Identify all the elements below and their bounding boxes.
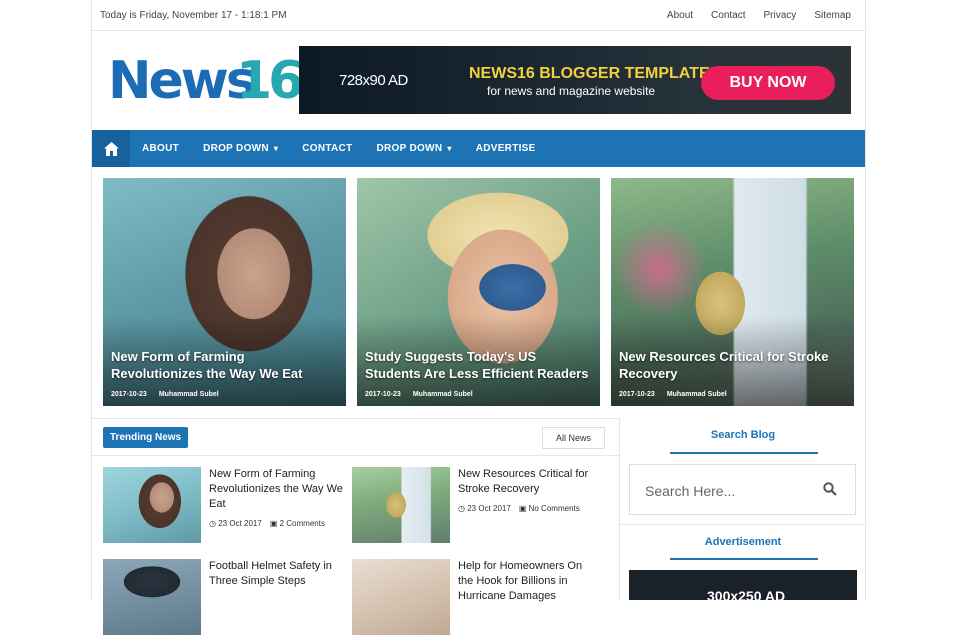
nav-item-about[interactable]: ABOUT xyxy=(130,130,191,167)
featured-meta: 2017-10-23 Muhammad Subel xyxy=(365,391,473,398)
heading-underline xyxy=(670,452,818,454)
divider xyxy=(620,524,866,525)
top-bar: Today is Friday, November 17 - 1:18:1 PM… xyxy=(92,0,865,31)
post-date: ◷ 23 Oct 2017 xyxy=(209,519,262,528)
heading-underline xyxy=(670,558,818,560)
top-link-contact[interactable]: Contact xyxy=(711,10,745,21)
clock-icon: ◷ xyxy=(458,504,465,513)
search-icon[interactable] xyxy=(823,482,837,496)
chevron-down-icon: ▾ xyxy=(447,144,452,153)
post-title[interactable]: Help for Homeowners On the Hook for Bill… xyxy=(458,559,598,604)
featured-date: 2017-10-23 xyxy=(111,391,147,398)
nav-item-dropdown-2[interactable]: DROP DOWN ▾ xyxy=(365,130,464,167)
sidebar-ad-banner[interactable]: 300x250 AD xyxy=(629,570,857,600)
nav-item-advertise[interactable]: ADVERTISE xyxy=(464,130,548,167)
nav-item-contact[interactable]: CONTACT xyxy=(290,130,364,167)
post-meta: ◷ 23 Oct 2017 ▣ No Comments xyxy=(458,504,580,513)
clock-icon: ◷ xyxy=(209,519,216,528)
top-link-privacy[interactable]: Privacy xyxy=(764,10,797,21)
top-link-about[interactable]: About xyxy=(667,10,693,21)
featured-title[interactable]: New Resources Critical for Stroke Recove… xyxy=(619,348,846,382)
buy-now-button[interactable]: BUY NOW xyxy=(701,66,835,100)
search-input[interactable]: Search Here... xyxy=(629,464,856,515)
comment-icon: ▣ xyxy=(518,504,527,513)
post-comments-text: 2 Comments xyxy=(279,519,325,528)
featured-meta: 2017-10-23 Muhammad Subel xyxy=(111,391,219,398)
list-item[interactable]: New Resources Critical for Stroke Recove… xyxy=(352,467,592,545)
featured-author[interactable]: Muhammad Subel xyxy=(159,391,219,398)
ad-size-label: 728x90 AD xyxy=(339,72,408,89)
featured-post[interactable]: New Resources Critical for Stroke Recove… xyxy=(611,178,854,406)
featured-date: 2017-10-23 xyxy=(619,391,655,398)
comment-icon: ▣ xyxy=(269,519,278,528)
nav-label: DROP DOWN xyxy=(203,143,269,154)
logo-word: News xyxy=(108,51,257,111)
list-item[interactable]: New Form of Farming Revolutionizes the W… xyxy=(103,467,343,545)
ad-title: NEWS16 BLOGGER TEMPLATE xyxy=(469,65,710,82)
nav-label: DROP DOWN xyxy=(376,143,443,154)
header-ad-banner[interactable]: 728x90 AD NEWS16 BLOGGER TEMPLATE for ne… xyxy=(299,46,851,114)
post-date-text: 23 Oct 2017 xyxy=(218,519,262,528)
post-comments[interactable]: ▣ 2 Comments xyxy=(270,519,325,528)
post-thumbnail[interactable] xyxy=(352,467,450,543)
featured-title[interactable]: New Form of Farming Revolutionizes the W… xyxy=(111,348,338,382)
nav-item-dropdown-1[interactable]: DROP DOWN ▾ xyxy=(191,130,290,167)
list-item[interactable]: Football Helmet Safety in Three Simple S… xyxy=(103,559,343,637)
chevron-down-icon: ▾ xyxy=(273,144,279,153)
date-text: Today is Friday, November 17 - 1:18:1 PM xyxy=(100,10,287,21)
post-title[interactable]: New Resources Critical for Stroke Recove… xyxy=(458,467,598,497)
post-title[interactable]: Football Helmet Safety in Three Simple S… xyxy=(209,559,349,589)
featured-title[interactable]: Study Suggests Today's US Students Are L… xyxy=(365,348,592,382)
featured-author[interactable]: Muhammad Subel xyxy=(413,391,473,398)
logo-number: 16 xyxy=(236,51,304,111)
trending-label: Trending News xyxy=(103,427,189,448)
featured-date: 2017-10-23 xyxy=(365,391,401,398)
nav-label: ADVERTISE xyxy=(475,143,536,154)
top-links: About Contact Privacy Sitemap xyxy=(667,10,851,21)
site-logo[interactable]: News 16 xyxy=(108,49,304,113)
post-date: ◷ 23 Oct 2017 xyxy=(458,504,511,513)
sidebar: Search Blog Search Here... Advertisement… xyxy=(619,418,866,600)
post-date-text: 23 Oct 2017 xyxy=(467,504,511,513)
post-meta: ◷ 23 Oct 2017 ▣ 2 Comments xyxy=(209,519,325,528)
home-button[interactable] xyxy=(92,130,130,167)
search-placeholder: Search Here... xyxy=(645,483,736,499)
trending-header: Trending News All News xyxy=(92,418,619,456)
nav-label: ABOUT xyxy=(142,143,180,154)
featured-author[interactable]: Muhammad Subel xyxy=(667,391,727,398)
post-comments-text: No Comments xyxy=(528,504,580,513)
post-thumbnail[interactable] xyxy=(352,559,450,635)
all-news-button[interactable]: All News xyxy=(541,427,605,449)
featured-meta: 2017-10-23 Muhammad Subel xyxy=(619,391,727,398)
search-blog-heading: Search Blog xyxy=(710,429,776,441)
post-comments[interactable]: ▣ No Comments xyxy=(519,504,580,513)
featured-post[interactable]: Study Suggests Today's US Students Are L… xyxy=(357,178,600,406)
post-thumbnail[interactable] xyxy=(103,559,201,635)
nav-label: CONTACT xyxy=(302,143,353,154)
home-icon xyxy=(103,141,119,156)
top-link-sitemap[interactable]: Sitemap xyxy=(814,10,851,21)
main-nav: ABOUT DROP DOWN ▾ CONTACT DROP DOWN ▾ ADVE… xyxy=(92,130,865,167)
post-title[interactable]: New Form of Farming Revolutionizes the W… xyxy=(209,467,349,512)
list-item[interactable]: Help for Homeowners On the Hook for Bill… xyxy=(352,559,592,637)
sidebar-ad-text: 300x250 AD xyxy=(707,588,786,600)
ad-subtitle: for news and magazine website xyxy=(487,84,656,98)
advertisement-heading: Advertisement xyxy=(704,536,782,548)
featured-post[interactable]: New Form of Farming Revolutionizes the W… xyxy=(103,178,346,406)
post-thumbnail[interactable] xyxy=(103,467,201,543)
page: Today is Friday, November 17 - 1:18:1 PM… xyxy=(91,0,866,635)
